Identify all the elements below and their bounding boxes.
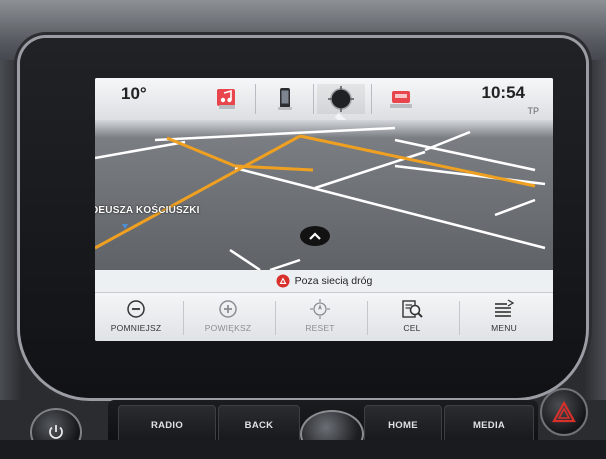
tab-navigation[interactable] — [317, 84, 365, 114]
home-button[interactable]: HOME — [364, 405, 442, 445]
music-note-icon — [217, 89, 235, 109]
reset-button[interactable]: RESET — [279, 297, 361, 339]
car-icon — [390, 91, 412, 108]
zoom-out-button[interactable]: POMNIEJSZ — [95, 297, 177, 339]
button-separator — [275, 301, 276, 335]
destination-button[interactable]: CEL — [371, 297, 453, 339]
traffic-program-indicator: TP — [527, 106, 539, 116]
reset-label: RESET — [305, 323, 335, 333]
warning-icon — [276, 274, 290, 288]
hazard-warning-icon — [552, 401, 576, 423]
tab-phone[interactable] — [261, 84, 309, 114]
zoom-out-label: POMNIEJSZ — [110, 323, 162, 333]
tab-separator — [255, 84, 256, 114]
status-message: Poza siecią dróg — [294, 275, 373, 287]
phone-icon — [278, 88, 292, 110]
dashboard-side-right — [584, 60, 606, 400]
street-label: DEUSZA KOŚCIUSZKI — [95, 205, 200, 216]
infotainment-screen: 10° 10:54 TP DEUSZA KOŚCIUSZKI Poza siec… — [95, 78, 553, 341]
navigation-map[interactable]: DEUSZA KOŚCIUSZKI — [95, 120, 553, 272]
navigation-icon — [328, 86, 354, 112]
map-status-bar: Poza siecią dróg — [95, 270, 553, 292]
chevron-up-icon — [309, 232, 321, 240]
menu-label: MENU — [491, 323, 517, 333]
menu-button[interactable]: MENU — [463, 297, 545, 339]
destination-search-icon — [402, 300, 423, 318]
zoom-out-icon — [127, 300, 145, 318]
menu-icon — [495, 299, 515, 317]
zoom-in-button[interactable]: POWIĘKSZ — [187, 297, 269, 339]
button-separator — [367, 301, 368, 335]
tab-onstar[interactable] — [377, 84, 425, 114]
zoom-in-icon — [219, 300, 237, 318]
tab-separator — [371, 84, 372, 114]
button-separator — [459, 301, 460, 335]
power-icon — [49, 425, 63, 439]
zoom-in-label: POWIĘKSZ — [204, 323, 252, 333]
temperature-readout: 10° — [121, 84, 147, 103]
destination-label: CEL — [403, 323, 421, 333]
compass-reset-icon — [310, 299, 330, 319]
clock: 10:54 — [481, 83, 525, 102]
vehicle-position-marker — [300, 226, 330, 246]
map-canvas — [95, 120, 553, 272]
radio-button[interactable]: RADIO — [118, 405, 216, 445]
hazard-button[interactable] — [540, 388, 588, 436]
top-status-bar: 10° 10:54 TP — [95, 78, 553, 120]
dashboard-bottom — [0, 440, 606, 459]
tab-audio[interactable] — [203, 84, 251, 114]
media-button[interactable]: MEDIA — [444, 405, 534, 445]
button-separator — [183, 301, 184, 335]
map-control-bar: POMNIEJSZ POWIĘKSZ RESET CEL MENU — [95, 292, 553, 341]
back-button[interactable]: BACK — [218, 405, 300, 445]
tab-separator — [313, 84, 314, 114]
dashboard-side-left — [0, 60, 22, 400]
